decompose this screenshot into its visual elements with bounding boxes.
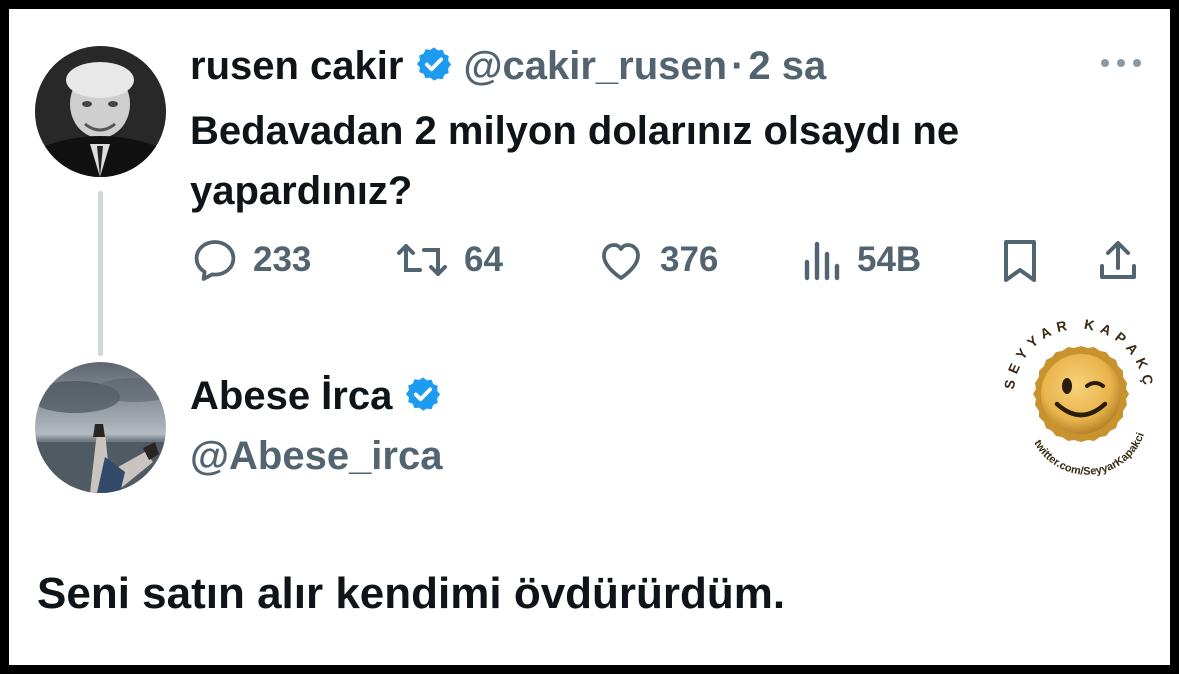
verified-badge-icon bbox=[415, 45, 453, 88]
thread-connector-line bbox=[98, 191, 103, 356]
reply-text: Seni satın alır kendimi övdürürdüm. bbox=[37, 569, 786, 618]
more-icon[interactable] bbox=[1099, 53, 1143, 78]
verified-badge-icon bbox=[404, 375, 442, 418]
share-action[interactable] bbox=[1096, 238, 1140, 284]
reply-icon bbox=[194, 240, 236, 281]
like-action[interactable]: 376 bbox=[596, 238, 718, 282]
reply-author-avatar[interactable] bbox=[35, 362, 166, 493]
separator-dot: · bbox=[731, 44, 745, 88]
share-icon bbox=[1100, 241, 1136, 279]
views-action[interactable]: 54B bbox=[799, 238, 921, 282]
views-count: 54B bbox=[857, 240, 922, 279]
reply-count: 233 bbox=[253, 240, 312, 279]
author-name[interactable]: rusen cakir bbox=[190, 44, 403, 89]
retweet-icon bbox=[397, 244, 447, 276]
bookmark-icon bbox=[1004, 240, 1036, 282]
reply-author-name[interactable]: Abese İrca bbox=[190, 374, 392, 419]
author-handle[interactable]: @cakir_rusen bbox=[463, 44, 727, 89]
retweet-action[interactable]: 64 bbox=[394, 238, 503, 282]
like-icon bbox=[602, 243, 640, 280]
like-count: 376 bbox=[660, 240, 719, 279]
reply-header: Abese İrca bbox=[190, 374, 452, 419]
reply-action[interactable]: 233 bbox=[191, 238, 311, 282]
views-icon bbox=[804, 241, 840, 281]
bottle-cap-logo: SEYYAR KAPAKÇI twitter.com/SeyyarKapakci bbox=[984, 286, 1169, 484]
tweet-time[interactable]: 2 sa bbox=[748, 44, 826, 89]
tweet-text: Bedavadan 2 milyon dolarınız olsaydı ne … bbox=[190, 109, 960, 213]
reply-author-handle[interactable]: @Abese_irca bbox=[190, 434, 442, 479]
bookmark-action[interactable] bbox=[1001, 238, 1039, 284]
tweet-header: rusen cakir @cakir_rusen · 2 sa bbox=[190, 44, 826, 89]
tweet-screenshot-card: rusen cakir @cakir_rusen · 2 sa Bedavada… bbox=[9, 9, 1170, 665]
retweet-count: 64 bbox=[464, 240, 503, 279]
author-avatar[interactable] bbox=[35, 46, 166, 177]
